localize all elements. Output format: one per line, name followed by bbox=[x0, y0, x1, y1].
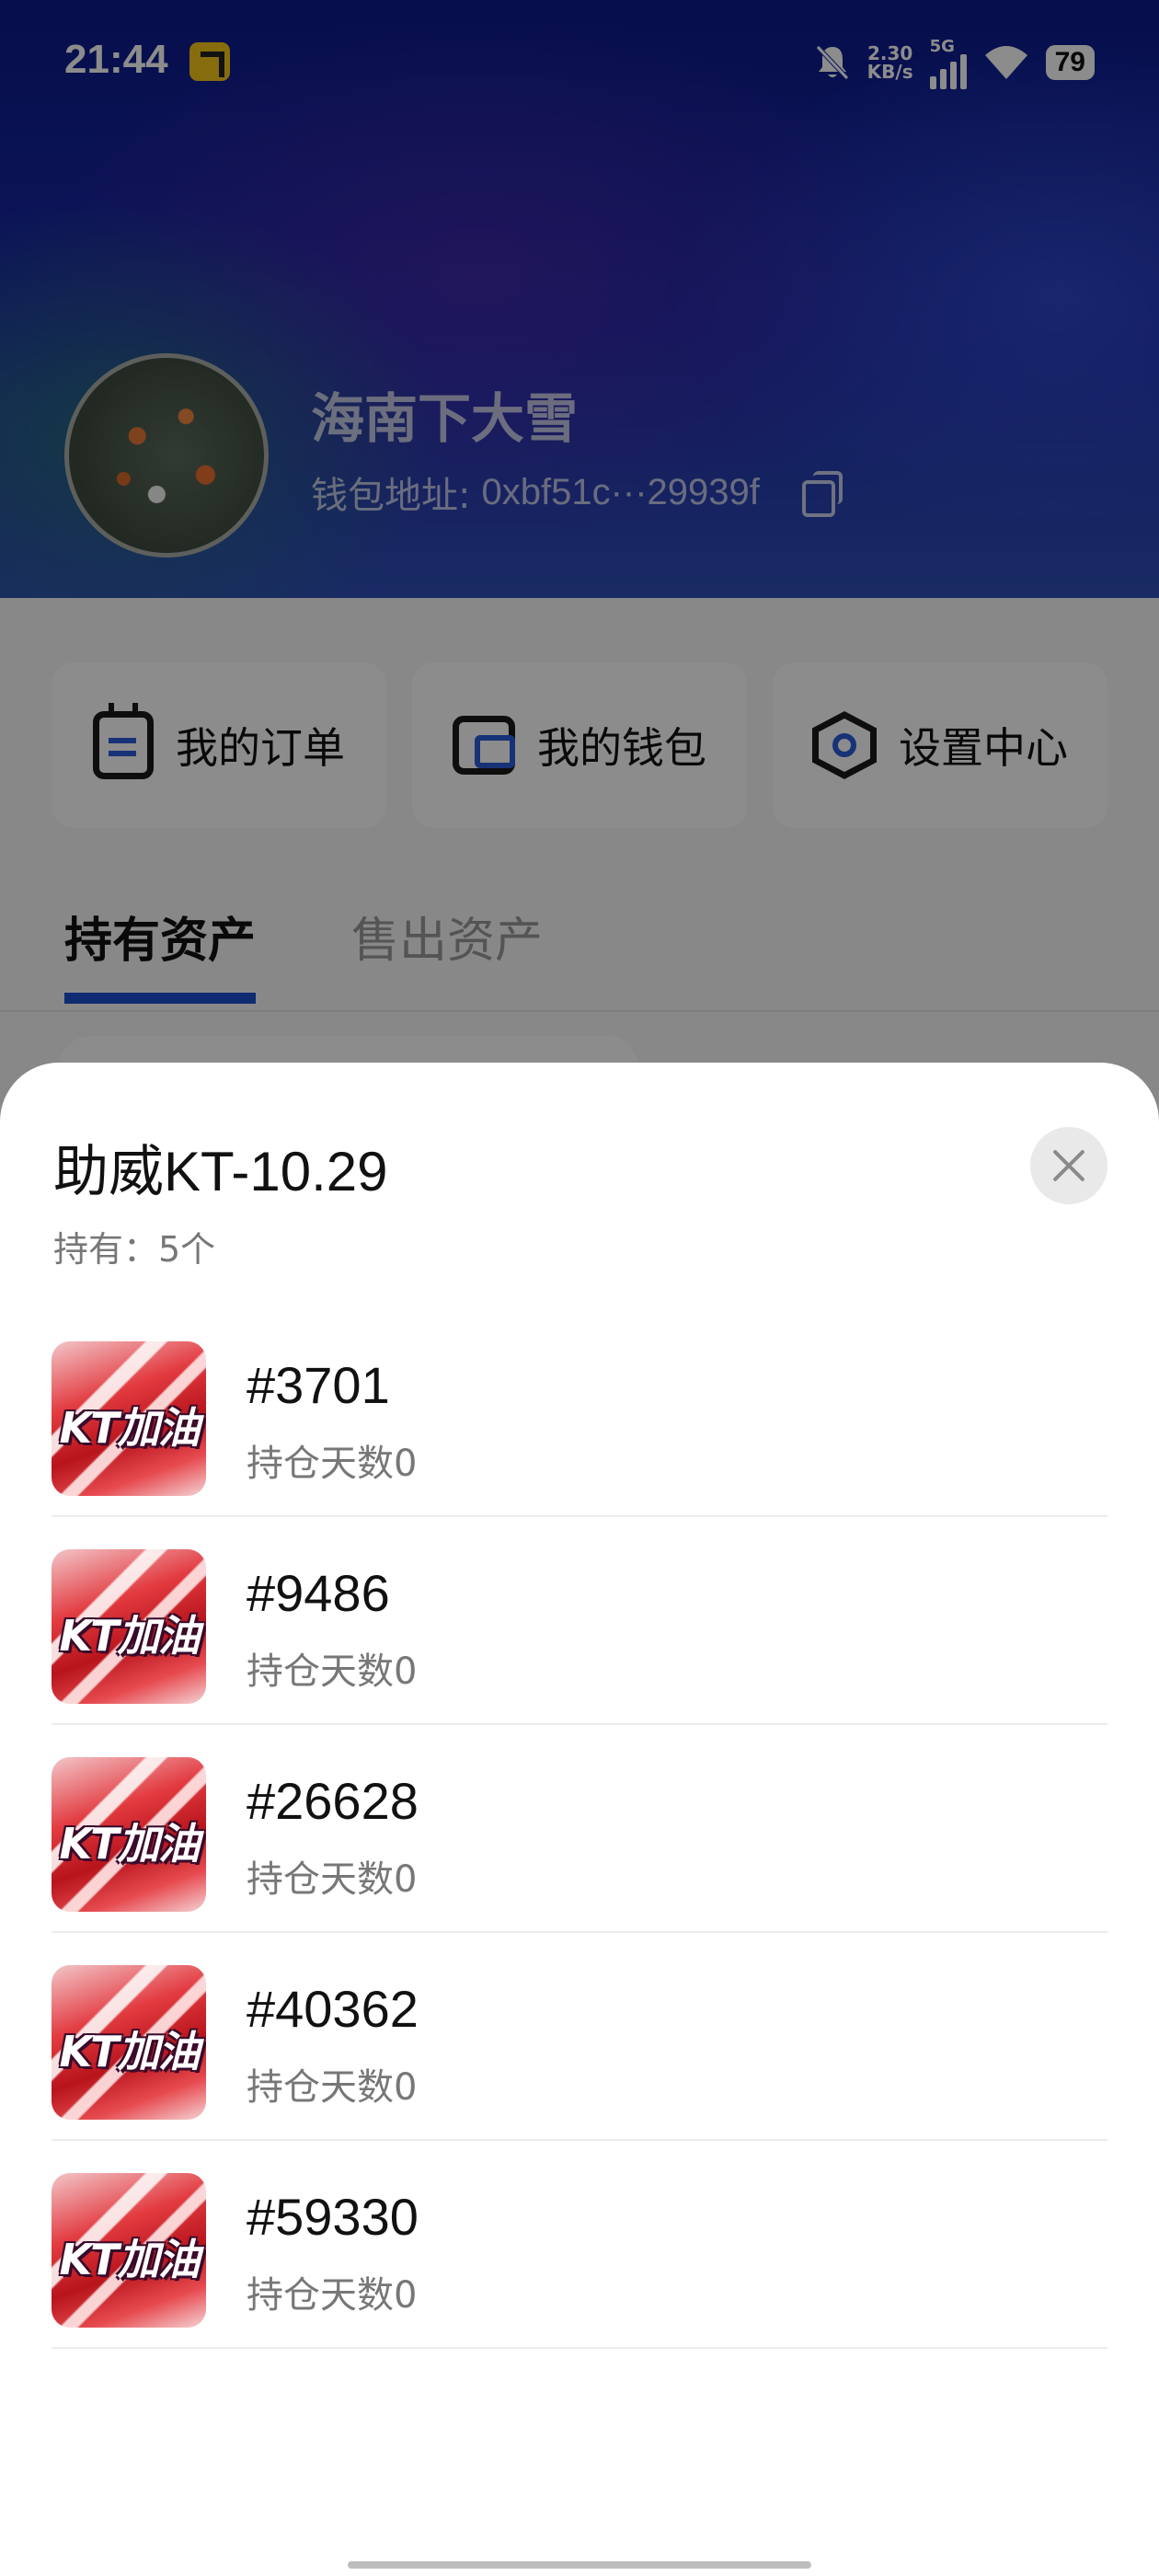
token-thumbnail: KT加油 bbox=[52, 1757, 206, 1912]
sheet-title: 助威KT-10.29 bbox=[53, 1141, 388, 1202]
thumbnail-text: KT加油 bbox=[59, 1403, 200, 1453]
holding-days: 持仓天数0 bbox=[247, 2066, 418, 2109]
holding-days: 持仓天数0 bbox=[247, 1858, 418, 1901]
token-id: #3701 bbox=[247, 1356, 390, 1414]
home-indicator[interactable] bbox=[348, 2561, 811, 2569]
token-thumbnail: KT加油 bbox=[52, 2173, 206, 2328]
asset-detail-sheet: 助威KT-10.29 持有：5个 KT加油 #3701 持仓天数0 KT加油 #… bbox=[0, 1063, 1159, 2576]
thumbnail-text: KT加油 bbox=[59, 1611, 200, 1661]
close-button[interactable] bbox=[1030, 1127, 1107, 1204]
thumbnail-text: KT加油 bbox=[59, 2027, 200, 2076]
thumbnail-text: KT加油 bbox=[59, 2235, 200, 2284]
holding-days: 持仓天数0 bbox=[247, 2274, 418, 2317]
token-id: #9486 bbox=[247, 1564, 390, 1622]
holding-days: 持仓天数0 bbox=[247, 1650, 418, 1693]
token-id: #59330 bbox=[247, 2188, 419, 2246]
token-list: KT加油 #3701 持仓天数0 KT加油 #9486 持仓天数0 KT加油 #… bbox=[52, 1309, 1107, 2349]
list-item[interactable]: KT加油 #9486 持仓天数0 bbox=[52, 1517, 1107, 1725]
list-item[interactable]: KT加油 #59330 持仓天数0 bbox=[52, 2141, 1107, 2349]
list-item[interactable]: KT加油 #26628 持仓天数0 bbox=[52, 1725, 1107, 1933]
token-thumbnail: KT加油 bbox=[52, 1549, 206, 1704]
close-icon bbox=[1051, 1148, 1086, 1183]
token-id: #26628 bbox=[247, 1772, 419, 1830]
thumbnail-text: KT加油 bbox=[59, 1819, 200, 1869]
token-thumbnail: KT加油 bbox=[52, 1341, 206, 1496]
list-item[interactable]: KT加油 #40362 持仓天数0 bbox=[52, 1933, 1107, 2141]
list-item[interactable]: KT加油 #3701 持仓天数0 bbox=[52, 1309, 1107, 1517]
token-thumbnail: KT加油 bbox=[52, 1965, 206, 2120]
token-id: #40362 bbox=[247, 1980, 419, 2038]
holding-count: 持有：5个 bbox=[53, 1229, 216, 1270]
holding-days: 持仓天数0 bbox=[247, 1443, 418, 1485]
